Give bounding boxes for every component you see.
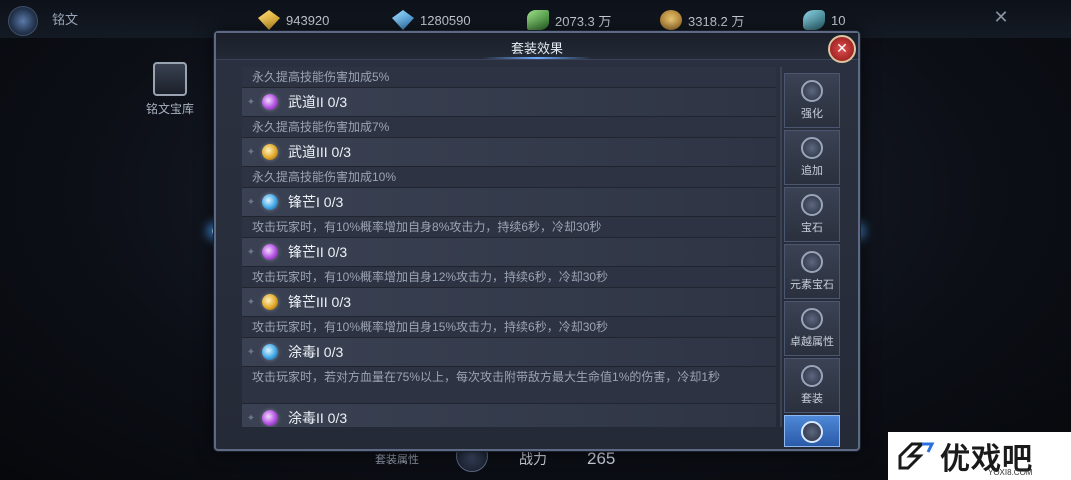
- plus-emblem-icon: [801, 137, 823, 159]
- star-icon: ✦: [246, 146, 256, 158]
- power-label: 战力: [519, 451, 547, 467]
- tab-append[interactable]: 追加: [784, 130, 840, 185]
- set-item-row[interactable]: ✦ 武道III 0/3: [242, 138, 776, 167]
- back-emblem-icon[interactable]: [8, 6, 38, 36]
- crest-icon: [801, 365, 823, 387]
- inscription-vault-button[interactable]: 铭文宝库: [140, 62, 200, 117]
- star-icon: ✦: [246, 246, 256, 258]
- set-item-name: 锋芒II 0/3: [288, 244, 348, 260]
- tab-label: 元素宝石: [790, 278, 834, 291]
- fish-icon: [803, 10, 825, 30]
- tab-label: 强化: [801, 107, 823, 120]
- gold-gem-icon: [258, 10, 280, 30]
- tab-active[interactable]: [784, 415, 840, 447]
- tab-excellent-attributes[interactable]: 卓越属性: [784, 301, 840, 356]
- tab-gem[interactable]: 宝石: [784, 187, 840, 242]
- tab-label: 追加: [801, 164, 823, 177]
- coin-icon: [660, 10, 682, 30]
- leaf-icon: [527, 10, 549, 30]
- dialog-title: 套装效果: [510, 42, 563, 57]
- set-effects-list[interactable]: 永久提高技能伤害加成5% ✦ 武道II 0/3 永久提高技能伤害加成7% ✦ 武…: [242, 67, 776, 427]
- page-title: 铭文: [52, 13, 79, 28]
- set-effects-dialog: 套装效果 ✕ 永久提高技能伤害加成5% ✦ 武道II 0/3 永久提高技能伤害加…: [214, 31, 860, 451]
- set-item-name: 武道II 0/3: [288, 94, 348, 110]
- resource-value: 2073.3 万: [555, 13, 612, 29]
- resource-gold-gem: 943920: [258, 10, 329, 30]
- treasure-chest-icon: [153, 62, 187, 96]
- effect-description: 攻击玩家时，有10%概率增加自身12%攻击力，持续6秒，冷却30秒: [242, 267, 776, 288]
- site-logo-icon: [898, 442, 935, 470]
- active-tab-icon: [801, 421, 823, 443]
- star-icon: ✦: [246, 412, 256, 424]
- effect-description: 永久提高技能伤害加成5%: [242, 67, 776, 88]
- close-icon[interactable]: ✕: [990, 6, 1012, 28]
- effect-description: 攻击玩家时，若对方血量在75%以上，每次攻击附带敌方最大生命值1%的伤害，冷却1…: [242, 367, 776, 404]
- purple-gem-icon: [262, 94, 278, 110]
- tab-element-gem[interactable]: 元素宝石: [784, 244, 840, 299]
- resource-blue-gem: 1280590: [392, 10, 471, 30]
- resource-value: 3318.2 万: [688, 13, 745, 29]
- tab-label: 套装: [801, 392, 823, 405]
- scrollbar[interactable]: [780, 67, 782, 427]
- purple-gem-icon: [262, 244, 278, 260]
- star-icon: ✦: [246, 196, 256, 208]
- set-item-row[interactable]: ✦ 涂毒I 0/3: [242, 338, 776, 367]
- star-icon: ✦: [246, 96, 256, 108]
- purple-gem-icon: [262, 410, 278, 426]
- sword-emblem-icon: [801, 308, 823, 330]
- resource-leaf: 2073.3 万: [527, 10, 611, 30]
- tab-set[interactable]: 套装: [784, 358, 840, 413]
- title-underline: [482, 57, 592, 59]
- side-tabs: 强化 追加 宝石 元素宝石 卓越属性 套装: [784, 73, 840, 449]
- dialog-header: 套装效果 ✕: [216, 33, 858, 63]
- resource-coin: 3318.2 万: [660, 10, 744, 30]
- set-item-name: 武道III 0/3: [288, 144, 352, 160]
- blue-gem-icon: [262, 344, 278, 360]
- watermark-logo: 优戏吧 YOXI8.COM: [888, 432, 1071, 480]
- resource-value: 10: [831, 12, 846, 28]
- set-item-row[interactable]: ✦ 涂毒II 0/3: [242, 404, 776, 427]
- power-value: 265: [587, 449, 616, 468]
- star-icon: ✦: [246, 296, 256, 308]
- set-attributes-button[interactable]: 套装属性: [375, 451, 419, 467]
- set-item-row[interactable]: ✦ 锋芒II 0/3: [242, 238, 776, 267]
- blue-gem-icon: [392, 10, 414, 30]
- effect-description: 攻击玩家时，有10%概率增加自身15%攻击力，持续6秒，冷却30秒: [242, 317, 776, 338]
- set-item-row[interactable]: ✦ 锋芒III 0/3: [242, 288, 776, 317]
- resource-fish: 10: [803, 10, 845, 30]
- gold-gem-icon: [262, 144, 278, 160]
- set-item-name: 涂毒II 0/3: [288, 410, 348, 426]
- gem-emblem-icon: [801, 194, 823, 216]
- set-item-name: 锋芒I 0/3: [288, 194, 344, 210]
- element-gem-icon: [801, 251, 823, 273]
- blue-gem-icon: [262, 194, 278, 210]
- tab-label: 卓越属性: [790, 335, 834, 348]
- effect-description: 攻击玩家时，有10%概率增加自身8%攻击力，持续6秒，冷却30秒: [242, 217, 776, 238]
- watermark-url: YOXI8.COM: [988, 468, 1033, 477]
- effect-description: 永久提高技能伤害加成10%: [242, 167, 776, 188]
- set-item-row[interactable]: ✦ 锋芒I 0/3: [242, 188, 776, 217]
- resource-value: 943920: [286, 12, 330, 28]
- resource-value: 1280590: [420, 12, 471, 28]
- anvil-icon: [801, 80, 823, 102]
- tab-enhance[interactable]: 强化: [784, 73, 840, 128]
- close-button[interactable]: ✕: [828, 35, 856, 63]
- set-item-name: 涂毒I 0/3: [288, 344, 344, 360]
- star-icon: ✦: [246, 346, 256, 358]
- gold-gem-icon: [262, 294, 278, 310]
- set-item-name: 锋芒III 0/3: [288, 294, 352, 310]
- vault-label: 铭文宝库: [145, 102, 194, 116]
- effect-description: 永久提高技能伤害加成7%: [242, 117, 776, 138]
- set-item-row[interactable]: ✦ 武道II 0/3: [242, 88, 776, 117]
- tab-label: 宝石: [801, 221, 823, 234]
